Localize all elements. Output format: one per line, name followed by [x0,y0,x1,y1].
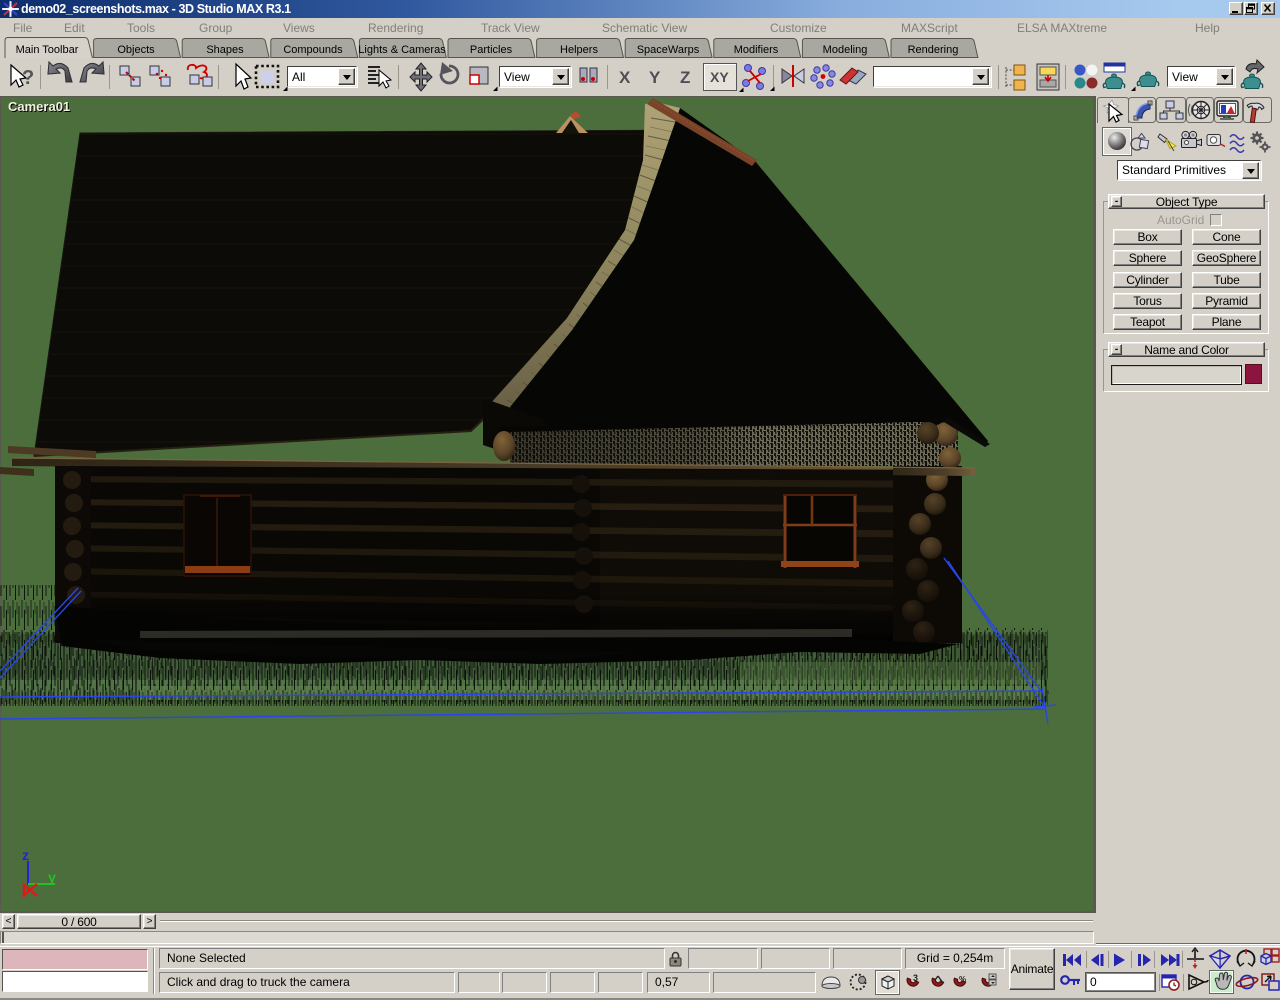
svg-text:XY: XY [710,69,729,85]
svg-text:Lights & Cameras: Lights & Cameras [358,44,446,56]
svg-text:Main Toolbar: Main Toolbar [16,44,79,56]
svg-text:Particles: Particles [470,44,513,56]
svg-text:Modeling: Modeling [823,44,868,56]
svg-text:SpaceWarps: SpaceWarps [637,44,700,56]
svg-text:Shapes: Shapes [206,44,244,56]
svg-text:Camera01: Camera01 [8,99,70,114]
svg-text:Rendering: Rendering [908,44,959,56]
svg-text:0: 0 [1090,975,1097,989]
svg-text:Compounds: Compounds [283,44,343,56]
svg-text:Modifiers: Modifiers [734,44,779,56]
svg-text:%: % [959,975,966,984]
svg-text:z: z [22,847,29,863]
svg-text:Helpers: Helpers [560,44,598,56]
svg-text:y: y [48,869,56,885]
svg-text:X: X [619,68,631,87]
svg-text:Z: Z [680,68,690,87]
svg-text:Y: Y [649,68,661,87]
svg-text:3: 3 [913,973,918,983]
svg-text:?: ? [22,67,34,89]
svg-text:Objects: Objects [117,44,155,56]
